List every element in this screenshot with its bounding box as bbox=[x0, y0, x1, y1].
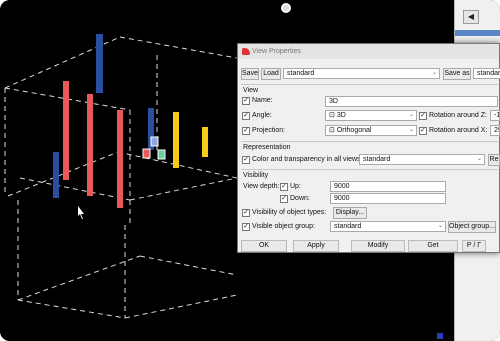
object-types-label: Visibility of object types: bbox=[252, 209, 327, 216]
object-group-value: standard bbox=[334, 223, 362, 230]
projection-checkbox[interactable]: ✓ bbox=[242, 127, 250, 135]
projection-icon: ⊡ bbox=[329, 127, 337, 134]
app-logo-icon bbox=[242, 48, 250, 55]
status-indicator bbox=[437, 333, 443, 339]
view-depth-label: View depth: bbox=[243, 183, 280, 190]
apply-button[interactable]: Apply bbox=[293, 240, 339, 252]
blue-column-5[interactable] bbox=[53, 152, 59, 198]
rotation-x-checkbox[interactable]: ✓ bbox=[419, 127, 427, 135]
application-window: ◀ View Properties Save Load standard ⌄ Sa… bbox=[0, 0, 500, 341]
ok-button[interactable]: OK bbox=[241, 240, 287, 252]
name-label: Name: bbox=[252, 97, 273, 104]
object-types-checkbox[interactable]: ✓ bbox=[242, 209, 250, 217]
object-group-select[interactable]: standard ⌄ bbox=[330, 221, 446, 232]
bounding-grid bbox=[4, 36, 249, 319]
preset-value: standard bbox=[287, 70, 315, 77]
mouse-cursor bbox=[78, 206, 84, 219]
collapse-left-icon: ◀ bbox=[467, 12, 475, 21]
display-button[interactable]: Display... bbox=[333, 207, 367, 219]
divider bbox=[241, 84, 498, 85]
visibility-section-title: Visibility bbox=[243, 172, 269, 179]
down-checkbox[interactable]: ✓ bbox=[280, 195, 288, 203]
color-transparency-select[interactable]: standard ⌄ bbox=[359, 154, 485, 165]
divider bbox=[241, 141, 498, 142]
drag-handle[interactable] bbox=[281, 3, 291, 13]
angle-label: Angle: bbox=[252, 112, 272, 119]
view-properties-dialog: View Properties Save Load standard ⌄ Save… bbox=[237, 43, 500, 253]
red-column-4[interactable] bbox=[117, 110, 123, 208]
angle-value: 3D bbox=[336, 112, 346, 119]
name-checkbox[interactable]: ✓ bbox=[242, 97, 250, 105]
color-transparency-value: standard bbox=[363, 156, 391, 163]
up-input[interactable]: 9000 bbox=[330, 181, 446, 192]
down-input[interactable]: 9000 bbox=[330, 193, 446, 204]
collapse-panel-button[interactable]: ◀ bbox=[463, 10, 479, 24]
object-group-button[interactable]: Object group... bbox=[448, 221, 496, 233]
rotation-z-label: Rotation around Z: bbox=[429, 112, 487, 119]
rotation-x-input[interactable]: 29 bbox=[490, 125, 500, 136]
representation-section-title: Representation bbox=[243, 144, 291, 151]
view-section-title: View bbox=[243, 87, 259, 94]
angle-select[interactable]: ⊡ 3D ⌄ bbox=[325, 110, 417, 121]
panel-selection-strip bbox=[455, 30, 500, 36]
representation-button[interactable]: Re bbox=[488, 154, 500, 166]
chevron-down-icon: ⌄ bbox=[437, 223, 443, 229]
up-checkbox[interactable]: ✓ bbox=[280, 183, 288, 191]
blue-column-1[interactable] bbox=[96, 34, 103, 93]
color-transparency-checkbox[interactable]: ✓ bbox=[242, 156, 250, 164]
rotation-z-checkbox[interactable]: ✓ bbox=[419, 112, 427, 120]
down-label: Down: bbox=[290, 195, 310, 202]
chevron-down-icon: ⌄ bbox=[431, 70, 437, 76]
red-column-3[interactable] bbox=[87, 94, 93, 196]
color-transparency-label: Color and transparency in all views: bbox=[252, 156, 363, 163]
modify-button[interactable]: Modify bbox=[351, 240, 405, 252]
chevron-down-icon: ⌄ bbox=[408, 112, 414, 118]
rotation-x-label: Rotation around X: bbox=[429, 127, 488, 134]
save-as-button[interactable]: Save as bbox=[443, 68, 471, 80]
chevron-down-icon: ⌄ bbox=[476, 156, 482, 162]
yellow-column-7[interactable] bbox=[173, 112, 179, 168]
divider bbox=[241, 169, 498, 170]
chevron-down-icon: ⌄ bbox=[408, 127, 414, 133]
up-label: Up: bbox=[290, 183, 301, 190]
view-3d-icon: ⊡ bbox=[329, 112, 337, 119]
yellow-column-8[interactable] bbox=[202, 127, 208, 157]
dialog-titlebar[interactable]: View Properties bbox=[238, 44, 499, 59]
projection-select[interactable]: ⊡ Orthogonal ⌄ bbox=[325, 125, 417, 136]
name-input[interactable]: 3D bbox=[325, 96, 498, 107]
projection-value: Orthogonal bbox=[336, 127, 372, 134]
object-group-label: Visible object group: bbox=[252, 223, 315, 230]
save-as-field[interactable]: standard bbox=[473, 68, 500, 79]
save-button[interactable]: Save bbox=[241, 68, 259, 80]
load-button[interactable]: Load bbox=[261, 68, 281, 80]
red-column-2[interactable] bbox=[63, 81, 69, 180]
rotation-z-input[interactable]: -1 bbox=[490, 110, 500, 121]
angle-checkbox[interactable]: ✓ bbox=[242, 112, 250, 120]
projection-label: Projection: bbox=[252, 127, 286, 134]
get-button[interactable]: Get bbox=[408, 240, 458, 252]
object-group-checkbox[interactable]: ✓ bbox=[242, 223, 250, 231]
toggle-button[interactable]: P / Γ bbox=[462, 240, 486, 252]
preset-select[interactable]: standard ⌄ bbox=[283, 68, 440, 79]
dialog-title: View Properties bbox=[252, 48, 301, 55]
